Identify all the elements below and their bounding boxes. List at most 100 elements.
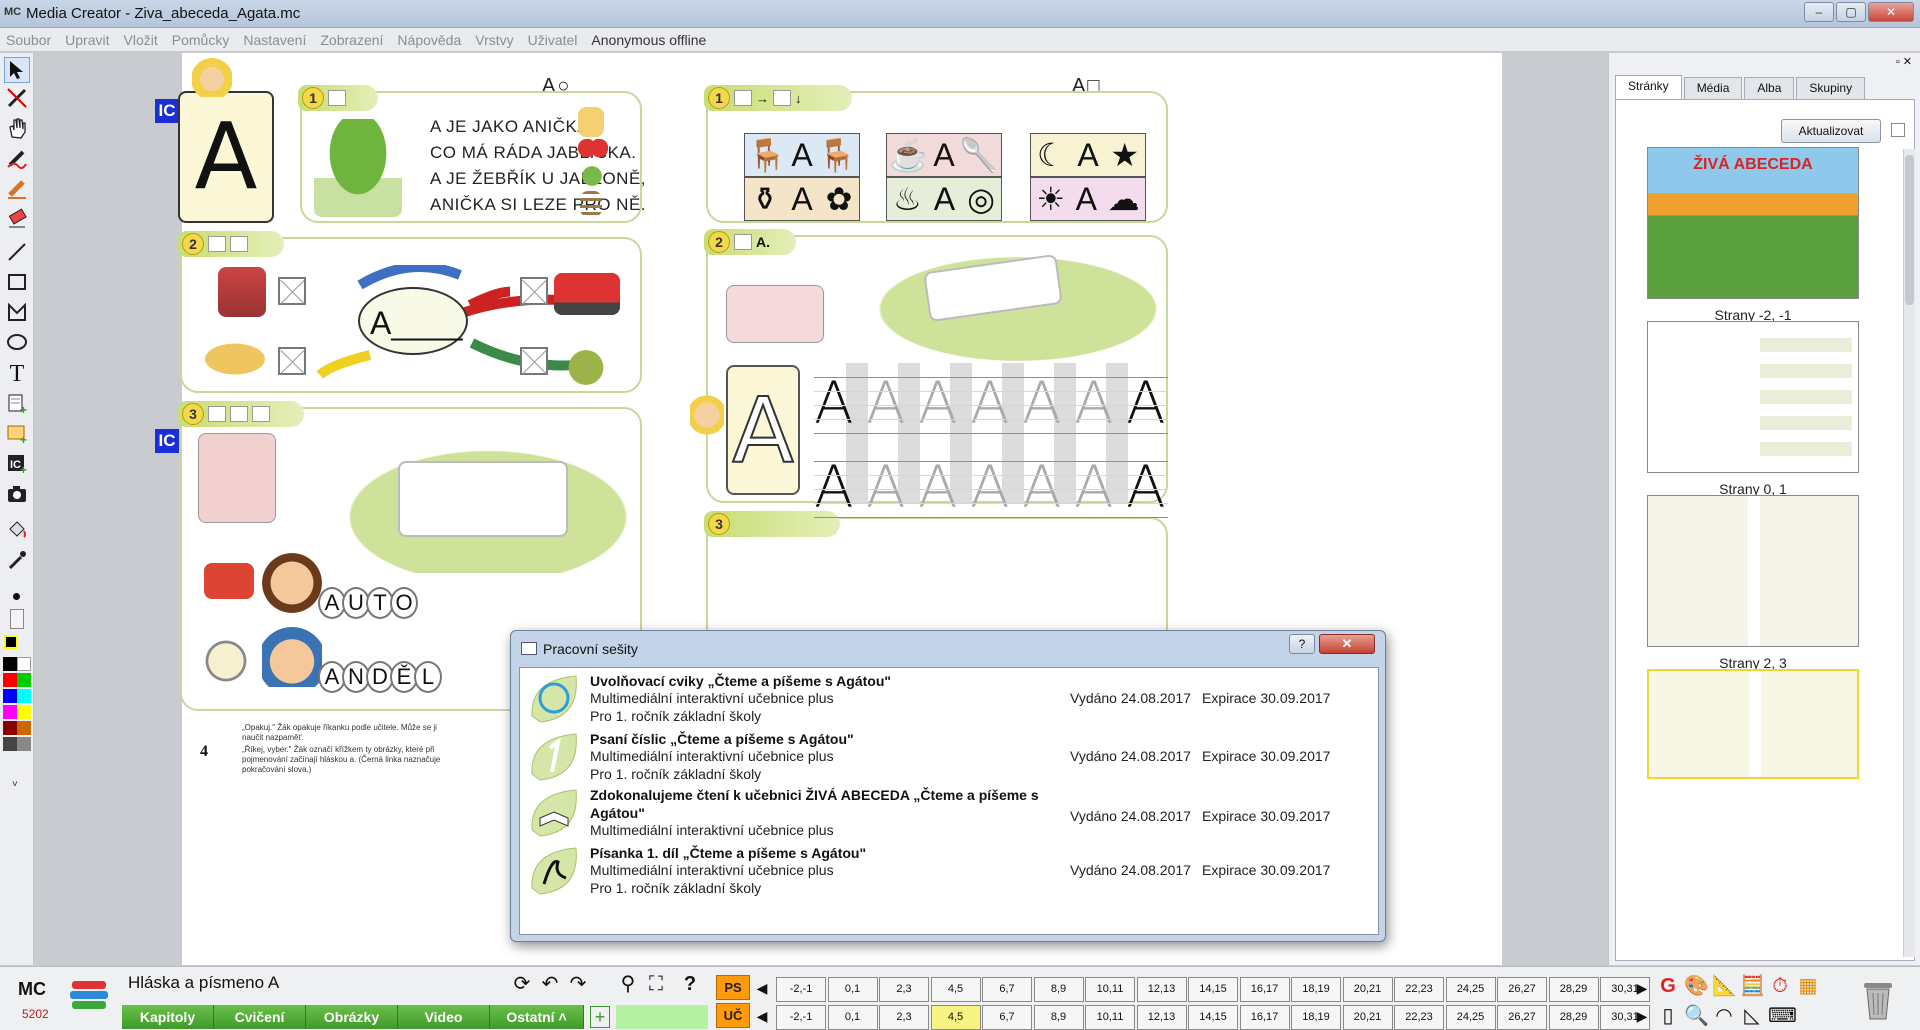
color-swatch[interactable]: [3, 705, 17, 719]
mode-ps-button[interactable]: PS: [716, 975, 750, 1000]
rectangle-icon[interactable]: [4, 269, 30, 295]
page-thumbnail[interactable]: [1647, 495, 1859, 647]
tracing-letter[interactable]: A: [814, 453, 854, 521]
keyboard-icon[interactable]: ⌨: [1768, 1005, 1797, 1027]
mode-uc-button[interactable]: UČ: [716, 1003, 750, 1028]
page-thumbnail[interactable]: [1647, 321, 1859, 473]
hand-icon[interactable]: [4, 115, 30, 141]
page-cell[interactable]: 12,13: [1136, 977, 1187, 1002]
menu-pomucky[interactable]: Pomůcky: [172, 32, 230, 48]
tracing-letter[interactable]: A: [1074, 369, 1114, 437]
text-icon[interactable]: T: [4, 361, 30, 387]
marker-icon[interactable]: [4, 145, 30, 171]
pen-off-icon[interactable]: [4, 85, 30, 111]
word-tile[interactable]: ☀ A ☁: [1030, 177, 1146, 221]
color-swatch[interactable]: [17, 657, 31, 671]
answer-checkbox[interactable]: [278, 277, 306, 305]
answer-bubble[interactable]: A____: [358, 287, 468, 355]
word-tile[interactable]: 🪑 A 🪑: [744, 133, 860, 177]
refresh-icon[interactable]: ⟳: [510, 973, 534, 995]
abacus-icon[interactable]: 🧮: [1740, 975, 1765, 997]
tracing-letter[interactable]: A: [866, 453, 906, 521]
page-cell[interactable]: 26,27: [1497, 1005, 1547, 1030]
page-cell[interactable]: 28,29: [1548, 977, 1599, 1002]
word-tile[interactable]: ⚱ A ✿: [744, 177, 860, 221]
search-field[interactable]: [616, 1005, 708, 1029]
color-swatch[interactable]: [3, 673, 17, 687]
page-thumbnail-selected[interactable]: [1647, 669, 1859, 779]
close-window-button[interactable]: ✕: [1868, 2, 1914, 22]
camera-icon[interactable]: [4, 481, 30, 507]
tracing-letter[interactable]: A: [1022, 453, 1062, 521]
color-swatch[interactable]: [17, 705, 31, 719]
tracing-letter[interactable]: A: [1126, 369, 1166, 437]
page-cell[interactable]: 18,19: [1291, 1005, 1341, 1030]
help-icon[interactable]: ?: [678, 973, 702, 995]
tab-media[interactable]: Média: [1683, 77, 1743, 99]
size-slider[interactable]: [10, 609, 24, 629]
highlighter-icon[interactable]: [4, 175, 30, 201]
page-cell[interactable]: -2,-1: [776, 977, 826, 1002]
word-tile[interactable]: ☕ A 🥄: [886, 133, 1002, 177]
tracing-letter[interactable]: A: [814, 369, 854, 437]
minimize-button[interactable]: –: [1804, 2, 1834, 22]
page-cell[interactable]: 20,21: [1342, 1005, 1393, 1030]
page-cell[interactable]: 26,27: [1497, 977, 1547, 1002]
ruler-icon[interactable]: 📐: [1712, 975, 1737, 997]
menu-vrstvy[interactable]: Vrstvy: [475, 32, 513, 48]
color-swatch[interactable]: [17, 673, 31, 687]
dialog-close-button[interactable]: ✕: [1319, 634, 1375, 654]
scrollbar[interactable]: [1903, 149, 1915, 957]
nav-cviceni[interactable]: Cvičení: [214, 1005, 306, 1029]
tab-skupiny[interactable]: Skupiny: [1796, 77, 1866, 99]
menu-zobrazeni[interactable]: Zobrazení: [320, 32, 383, 48]
zoom-icon[interactable]: ⚲: [616, 973, 640, 995]
workbook-item[interactable]: Písanka 1. díl „Čteme a píšeme s Agátou"…: [520, 840, 1378, 908]
tracing-letter[interactable]: A: [1022, 369, 1062, 437]
next-page-icon[interactable]: ▶: [1630, 1005, 1654, 1027]
answer-checkbox[interactable]: [520, 347, 548, 375]
protractor-icon[interactable]: ◠: [1712, 1005, 1736, 1027]
update-checkbox[interactable]: [1891, 123, 1905, 137]
ic-add-icon[interactable]: IC +: [4, 451, 30, 477]
answer-checkbox[interactable]: [278, 347, 306, 375]
note-add-icon[interactable]: +: [4, 391, 30, 417]
color-swatch[interactable]: [3, 689, 17, 703]
trash-icon[interactable]: [1860, 977, 1896, 1021]
word-tile[interactable]: ♨ A ◎: [886, 177, 1002, 221]
menu-soubor[interactable]: Soubor: [6, 32, 51, 48]
page-cell[interactable]: 24,25: [1445, 1005, 1496, 1030]
stopwatch-icon[interactable]: ⏱: [1768, 975, 1792, 997]
color-swatch[interactable]: [17, 689, 31, 703]
page-cell[interactable]: 10,11: [1085, 977, 1135, 1002]
brush-size-dot[interactable]: [13, 593, 20, 600]
page-cell[interactable]: 14,15: [1188, 977, 1238, 1002]
polygon-icon[interactable]: [4, 299, 30, 325]
arrow-select-icon[interactable]: [4, 57, 30, 83]
panel-pin-icon[interactable]: ▫ ✕: [1896, 55, 1912, 68]
page-cell[interactable]: 8,9: [1033, 1005, 1084, 1030]
page-cell[interactable]: 16,17: [1239, 977, 1290, 1002]
tracing-letter[interactable]: A: [866, 369, 906, 437]
line-icon[interactable]: [4, 239, 30, 265]
palette-icon[interactable]: 🎨: [1684, 975, 1709, 997]
nav-ostatni[interactable]: Ostatní ˄: [490, 1005, 584, 1029]
update-button[interactable]: Aktualizovat: [1781, 119, 1881, 143]
grid-icon[interactable]: ▦: [1796, 975, 1820, 997]
fill-icon[interactable]: [4, 517, 30, 543]
scrollbar-thumb[interactable]: [1905, 155, 1914, 305]
menu-vlozit[interactable]: Vložit: [124, 32, 158, 48]
google-icon[interactable]: G: [1656, 975, 1680, 997]
nav-obrazky[interactable]: Obrázky: [306, 1005, 398, 1029]
books-icon[interactable]: [68, 977, 112, 1017]
page-cell[interactable]: 6,7: [982, 977, 1032, 1002]
page-cell[interactable]: 8,9: [1033, 977, 1084, 1002]
page-cell[interactable]: 4,5: [930, 1005, 981, 1030]
page-cell[interactable]: 10,11: [1085, 1005, 1135, 1030]
page-cell[interactable]: 28,29: [1548, 1005, 1599, 1030]
fullscreen-icon[interactable]: ⛶: [644, 973, 668, 995]
color-swatch[interactable]: [17, 721, 31, 735]
page-cell[interactable]: -2,-1: [776, 1005, 826, 1030]
tracing-letter[interactable]: A: [1126, 453, 1166, 521]
page-cell[interactable]: 2,3: [879, 977, 929, 1002]
